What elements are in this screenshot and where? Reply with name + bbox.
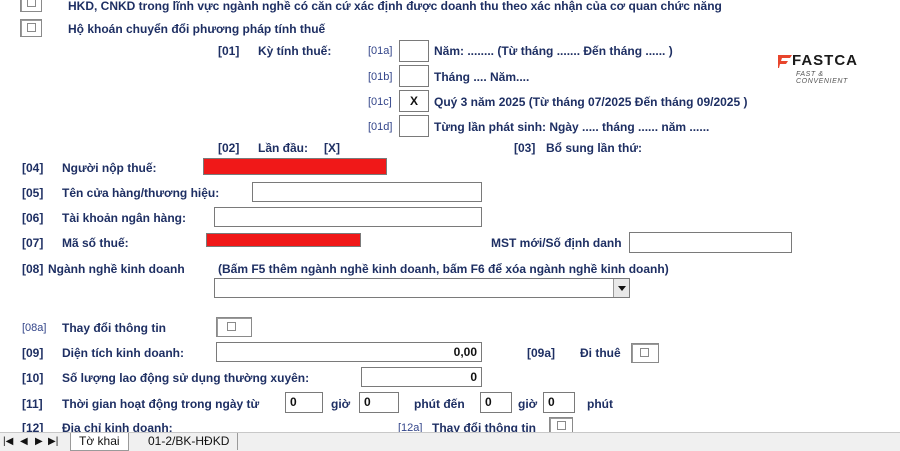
to-hour-unit: giờ xyxy=(518,397,538,411)
change-info-checkbox[interactable] xyxy=(216,317,252,337)
mst-new-label: MST mới/Số định danh xyxy=(491,236,622,250)
option-01c-code: [01c] xyxy=(368,96,392,108)
option-01d-code: [01d] xyxy=(368,121,393,133)
tax-code-label: Mã số thuế: xyxy=(62,236,129,250)
tab-to-khai[interactable]: Tờ khai xyxy=(70,433,129,451)
taxpayer-code: [04] xyxy=(22,161,44,175)
taxpayer-field-redacted[interactable] xyxy=(203,158,387,175)
fastca-logo: FASTCA FAST & CONVENIENT xyxy=(778,52,878,85)
chevron-down-icon[interactable] xyxy=(613,279,629,297)
to-hour-input[interactable]: 0 xyxy=(480,392,512,413)
next-sheet-button[interactable]: ▶ xyxy=(35,436,43,447)
labor-input[interactable]: 0 xyxy=(361,367,482,387)
business-line-code: [08] xyxy=(22,262,44,276)
from-hour-input[interactable]: 0 xyxy=(285,392,323,413)
to-minute-unit: phút xyxy=(587,397,613,411)
from-hour-unit: giờ xyxy=(331,397,351,411)
area-label: Diện tích kinh doanh: xyxy=(62,346,184,360)
change-info-code: [08a] xyxy=(22,322,47,334)
first-time-code: [02] xyxy=(218,141,240,155)
rent-label: Đi thuê xyxy=(580,346,621,360)
option-01b-text: Tháng .... Năm.... xyxy=(434,70,530,84)
option-01a-box[interactable] xyxy=(399,40,429,62)
labor-code: [10] xyxy=(22,371,44,385)
prev-sheet-button[interactable]: ◀ xyxy=(20,436,28,447)
store-name-input[interactable] xyxy=(252,182,482,202)
change-info-label: Thay đổi thông tin xyxy=(62,321,166,335)
option-01c-text: Quý 3 năm 2025 (Từ tháng 07/2025 Đến thá… xyxy=(434,95,748,109)
hours-label: Thời gian hoạt động trong ngày từ xyxy=(62,397,260,411)
store-name-code: [05] xyxy=(22,186,44,200)
fastca-logo-icon xyxy=(778,55,792,68)
sheet-tab-bar: |◀ ◀ ▶ ▶| Tờ khai 01-2/BK-HĐKD xyxy=(0,432,900,451)
hkd-checkbox[interactable] xyxy=(20,0,42,12)
option-01a-text: Năm: ........ (Từ tháng ....... Đến thán… xyxy=(434,44,673,58)
area-input[interactable]: 0,00 xyxy=(216,342,482,362)
first-time-value: [X] xyxy=(324,141,340,155)
convert-label: Hộ khoán chuyển đổi phương pháp tính thu… xyxy=(68,22,326,36)
to-minute-input[interactable]: 0 xyxy=(543,392,575,413)
taxpayer-label: Người nộp thuế: xyxy=(62,161,157,175)
first-time-label: Lần đầu: xyxy=(258,141,308,155)
rent-code: [09a] xyxy=(527,346,556,360)
tax-code-code: [07] xyxy=(22,236,44,250)
tax-period-code: [01] xyxy=(218,44,240,58)
supplement-code: [03] xyxy=(514,141,536,155)
bank-account-label: Tài khoản ngân hàng: xyxy=(62,211,187,225)
hkd-label: HKD, CNKD trong lĩnh vực ngành nghề có c… xyxy=(68,0,722,13)
fastca-logo-name: FASTCA xyxy=(792,52,858,69)
hours-code: [11] xyxy=(22,397,43,411)
tax-period-label: Kỳ tính thuế: xyxy=(258,44,332,58)
area-code: [09] xyxy=(22,346,44,360)
option-01c-box[interactable]: X xyxy=(399,90,429,112)
tab-01-2-bk-hdkd[interactable]: 01-2/BK-HĐKD xyxy=(140,433,239,450)
business-line-label: Ngành nghề kinh doanh xyxy=(48,262,185,276)
last-sheet-button[interactable]: ▶| xyxy=(48,436,58,447)
business-line-dropdown[interactable] xyxy=(214,278,630,298)
convert-checkbox[interactable] xyxy=(20,19,42,37)
bank-account-code: [06] xyxy=(22,211,44,225)
tax-code-field-redacted[interactable] xyxy=(206,233,361,247)
option-01a-code: [01a] xyxy=(368,45,393,57)
fastca-logo-tagline: FAST & CONVENIENT xyxy=(796,71,848,85)
mst-new-input[interactable] xyxy=(629,232,792,253)
option-01d-text: Từng lần phát sinh: Ngày ..... tháng ...… xyxy=(434,120,710,134)
bank-account-input[interactable] xyxy=(214,207,482,227)
from-minute-input[interactable]: 0 xyxy=(359,392,399,413)
first-sheet-button[interactable]: |◀ xyxy=(3,436,13,447)
labor-label: Số lượng lao động sử dụng thường xuyên: xyxy=(62,371,310,385)
option-01d-box[interactable] xyxy=(399,115,429,137)
from-minute-unit: phút đến xyxy=(414,397,465,411)
supplement-label: Bổ sung lần thứ: xyxy=(546,141,643,155)
store-name-label: Tên cửa hàng/thương hiệu: xyxy=(62,186,220,200)
business-line-hint: (Bấm F5 thêm ngành nghề kinh doanh, bấm … xyxy=(218,262,669,276)
option-01b-box[interactable] xyxy=(399,65,429,87)
option-01b-code: [01b] xyxy=(368,71,393,83)
rent-checkbox[interactable] xyxy=(631,343,659,363)
